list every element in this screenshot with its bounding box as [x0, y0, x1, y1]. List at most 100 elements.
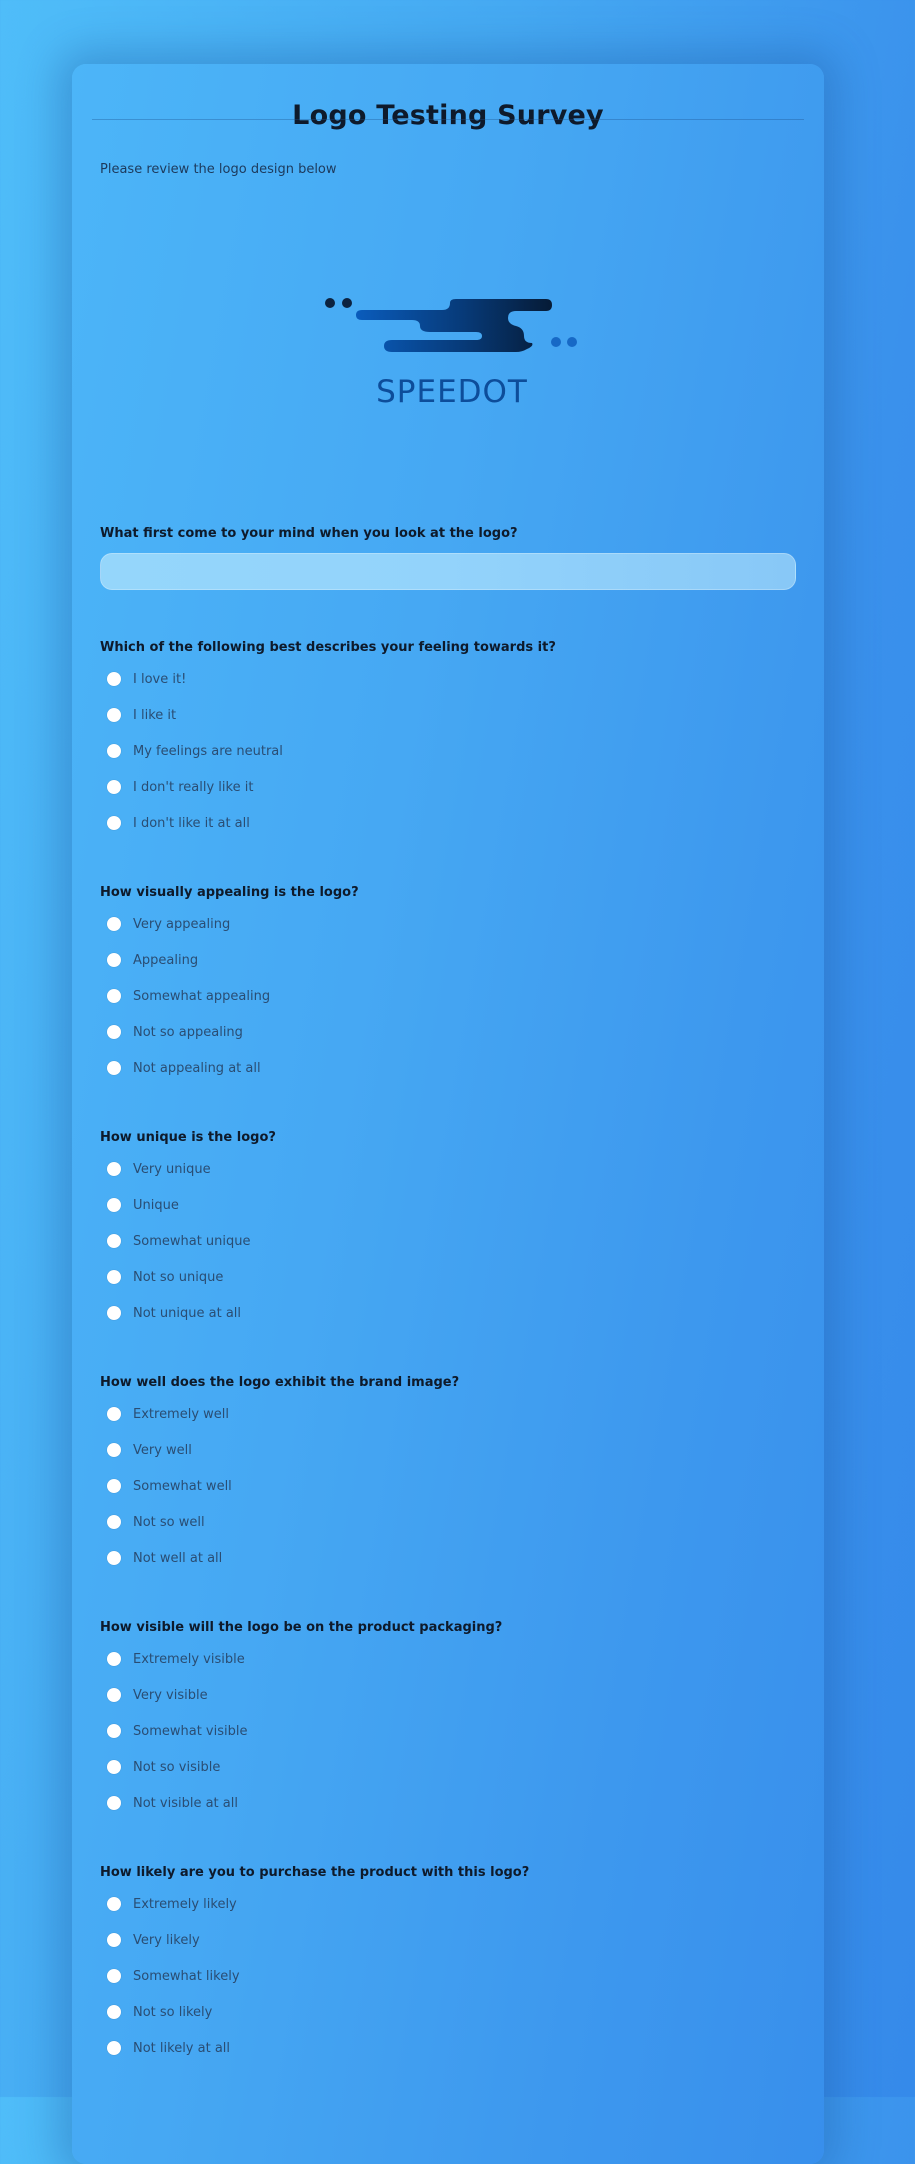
- radio-group: Very appealing Appealing Somewhat appeal…: [100, 906, 796, 1086]
- radio-button[interactable]: [107, 1162, 121, 1176]
- radio-option[interactable]: I don't really like it: [100, 769, 796, 805]
- radio-option[interactable]: Somewhat appealing: [100, 978, 796, 1014]
- question-visual-appeal: How visually appealing is the logo? Very…: [100, 884, 796, 1086]
- radio-option[interactable]: Not so unique: [100, 1259, 796, 1295]
- radio-button[interactable]: [107, 1760, 121, 1774]
- radio-button[interactable]: [107, 1688, 121, 1702]
- radio-option[interactable]: Appealing: [100, 942, 796, 978]
- radio-button[interactable]: [107, 1234, 121, 1248]
- radio-button[interactable]: [107, 1515, 121, 1529]
- option-label: Not unique at all: [133, 1305, 242, 1321]
- radio-option[interactable]: Extremely visible: [100, 1641, 796, 1677]
- option-label: Not likely at all: [133, 2040, 231, 2056]
- radio-option[interactable]: Not well at all: [100, 1540, 796, 1576]
- option-label: My feelings are neutral: [133, 743, 283, 759]
- radio-option[interactable]: Somewhat visible: [100, 1713, 796, 1749]
- option-label: I like it: [133, 707, 177, 723]
- radio-option[interactable]: I love it!: [100, 661, 796, 697]
- radio-option[interactable]: Somewhat unique: [100, 1223, 796, 1259]
- radio-option[interactable]: Not so likely: [100, 1994, 796, 2030]
- radio-option[interactable]: Very appealing: [100, 906, 796, 942]
- survey-title: Logo Testing Survey: [292, 100, 604, 132]
- radio-button[interactable]: [107, 2041, 121, 2055]
- radio-button[interactable]: [107, 1933, 121, 1947]
- radio-option[interactable]: Not so visible: [100, 1749, 796, 1785]
- question-purchase-likelihood: How likely are you to purchase the produ…: [100, 1864, 796, 2066]
- logo-wordmark: SPEEDOT: [376, 374, 528, 410]
- radio-button[interactable]: [107, 1724, 121, 1738]
- option-label: Appealing: [133, 952, 199, 968]
- question-packaging-visibility: How visible will the logo be on the prod…: [100, 1619, 796, 1821]
- radio-option[interactable]: Somewhat well: [100, 1468, 796, 1504]
- radio-button[interactable]: [107, 1061, 121, 1075]
- radio-button[interactable]: [107, 816, 121, 830]
- radio-button[interactable]: [107, 1479, 121, 1493]
- radio-button[interactable]: [107, 1025, 121, 1039]
- option-label: Extremely well: [133, 1406, 230, 1422]
- radio-option[interactable]: Very unique: [100, 1151, 796, 1187]
- option-label: Extremely likely: [133, 1896, 237, 1912]
- radio-button[interactable]: [107, 1969, 121, 1983]
- radio-option[interactable]: Not so appealing: [100, 1014, 796, 1050]
- radio-button[interactable]: [107, 1270, 121, 1284]
- radio-option[interactable]: My feelings are neutral: [100, 733, 796, 769]
- radio-button[interactable]: [107, 1551, 121, 1565]
- option-label: Somewhat appealing: [133, 988, 271, 1004]
- logo-dot: [325, 298, 335, 308]
- radio-option[interactable]: Very well: [100, 1432, 796, 1468]
- radio-button[interactable]: [107, 744, 121, 758]
- radio-option[interactable]: Very likely: [100, 1922, 796, 1958]
- question-label: Which of the following best describes yo…: [100, 640, 556, 655]
- question-uniqueness: How unique is the logo? Very unique Uniq…: [100, 1129, 796, 1331]
- radio-button[interactable]: [107, 953, 121, 967]
- option-label: Very likely: [133, 1932, 200, 1948]
- logo-swoosh: [356, 299, 552, 352]
- radio-option[interactable]: Unique: [100, 1187, 796, 1223]
- radio-button[interactable]: [107, 989, 121, 1003]
- radio-option[interactable]: I like it: [100, 697, 796, 733]
- radio-option[interactable]: Very visible: [100, 1677, 796, 1713]
- speed-dash-logo-icon: SPEEDOT: [325, 298, 577, 410]
- radio-button[interactable]: [107, 780, 121, 794]
- option-label: Not so appealing: [133, 1024, 243, 1040]
- radio-button[interactable]: [107, 2005, 121, 2019]
- radio-option[interactable]: I don't like it at all: [100, 805, 796, 841]
- radio-group: Very unique Unique Somewhat unique Not s…: [100, 1151, 796, 1331]
- radio-option[interactable]: Not likely at all: [100, 2030, 796, 2066]
- radio-option[interactable]: Extremely well: [100, 1396, 796, 1432]
- question-brand-image: How well does the logo exhibit the brand…: [100, 1374, 796, 1576]
- radio-button[interactable]: [107, 1652, 121, 1666]
- radio-option[interactable]: Somewhat likely: [100, 1958, 796, 1994]
- radio-button[interactable]: [107, 917, 121, 931]
- title-divider: [92, 119, 804, 120]
- option-label: Somewhat unique: [133, 1233, 251, 1249]
- option-label: Not so unique: [133, 1269, 224, 1285]
- question-label: How likely are you to purchase the produ…: [100, 1865, 530, 1880]
- radio-button[interactable]: [107, 1796, 121, 1810]
- radio-button[interactable]: [107, 1407, 121, 1421]
- radio-option[interactable]: Extremely likely: [100, 1886, 796, 1922]
- option-label: Not visible at all: [133, 1795, 238, 1811]
- radio-option[interactable]: Not appealing at all: [100, 1050, 796, 1086]
- logo-dot: [567, 337, 577, 347]
- radio-group: Extremely likely Very likely Somewhat li…: [100, 1886, 796, 2066]
- radio-button[interactable]: [107, 1306, 121, 1320]
- radio-button[interactable]: [107, 708, 121, 722]
- option-label: I don't like it at all: [133, 815, 250, 831]
- radio-group: Extremely well Very well Somewhat well N…: [100, 1396, 796, 1576]
- option-label: I don't really like it: [133, 779, 254, 795]
- radio-button[interactable]: [107, 1897, 121, 1911]
- question-feeling: Which of the following best describes yo…: [100, 639, 796, 841]
- radio-option[interactable]: Not unique at all: [100, 1295, 796, 1331]
- radio-button[interactable]: [107, 672, 121, 686]
- first-impression-input[interactable]: [100, 553, 796, 590]
- radio-option[interactable]: Not so well: [100, 1504, 796, 1540]
- radio-button[interactable]: [107, 1198, 121, 1212]
- logo-dot: [342, 298, 352, 308]
- question-label: How visually appealing is the logo?: [100, 885, 359, 900]
- radio-button[interactable]: [107, 1443, 121, 1457]
- radio-option[interactable]: Not visible at all: [100, 1785, 796, 1821]
- option-label: Somewhat visible: [133, 1723, 248, 1739]
- option-label: Not so visible: [133, 1759, 221, 1775]
- option-label: Very unique: [133, 1161, 211, 1177]
